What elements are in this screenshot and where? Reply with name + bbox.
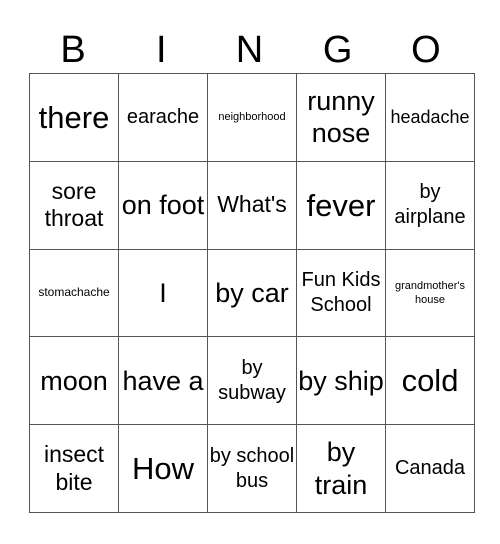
cell-text: cold (401, 363, 459, 399)
bingo-cell[interactable]: headache (385, 73, 475, 162)
cell-text: by airplane (394, 181, 466, 229)
cell-text: by ship (298, 365, 384, 396)
cell-text: Canada (394, 457, 466, 480)
header-letter-o: O (411, 29, 441, 71)
bingo-row: sore throat on foot What's fever by airp… (29, 160, 475, 250)
bingo-row: moon have a by subway by ship cold (29, 336, 475, 426)
cell-text: on foot (121, 190, 205, 220)
cell-text: How (131, 451, 194, 486)
cell-text: insect bite (43, 441, 105, 495)
cell-text: I (159, 277, 167, 308)
cell-text: Fun Kids School (301, 268, 381, 316)
bingo-cell[interactable]: earache (118, 73, 208, 162)
cell-text: grandmother's house (395, 279, 465, 306)
bingo-cell[interactable]: insect bite (29, 424, 119, 513)
cell-text: there (38, 99, 110, 135)
bingo-cell[interactable]: Fun Kids School (296, 248, 386, 338)
cell-text: sore throat (44, 177, 104, 232)
bingo-cell[interactable]: moon (29, 336, 119, 426)
bingo-header: B I N G O (29, 28, 470, 72)
header-letter-n: N (235, 29, 264, 71)
cell-text: neighborhood (218, 111, 286, 124)
bingo-cell[interactable]: I (118, 248, 208, 338)
bingo-cell[interactable]: by car (207, 248, 297, 338)
bingo-cell[interactable]: How (118, 424, 208, 513)
bingo-cell[interactable]: fever (296, 160, 386, 250)
bingo-row: insect bite How by school bus by train C… (29, 424, 475, 513)
cell-text: headache (390, 106, 470, 127)
bingo-cell[interactable]: grandmother's house (385, 248, 475, 338)
header-letter-g: G (322, 29, 353, 71)
cell-text: by subway (218, 356, 286, 404)
cell-text: fever (306, 187, 376, 223)
bingo-cell[interactable]: Canada (385, 424, 475, 513)
bingo-cell[interactable]: on foot (118, 160, 208, 250)
bingo-cell[interactable]: runny nose (296, 73, 386, 162)
bingo-cell[interactable]: by subway (207, 336, 297, 426)
cell-text: by car (215, 277, 289, 308)
cell-text: by school bus (209, 444, 295, 492)
bingo-cell[interactable]: neighborhood (207, 73, 297, 162)
bingo-cell[interactable]: by train (296, 424, 386, 513)
cell-text: runny nose (307, 86, 375, 149)
bingo-cell[interactable]: by airplane (385, 160, 475, 250)
bingo-cell[interactable]: stomachache (29, 248, 119, 338)
cell-text: by train (314, 437, 368, 500)
cell-text: What's (217, 191, 287, 218)
bingo-cell[interactable]: by school bus (207, 424, 297, 513)
bingo-row: there earache neighborhood runny nose he… (29, 73, 475, 162)
bingo-row: stomachache I by car Fun Kids School gra… (29, 248, 475, 338)
header-letter-b: B (60, 29, 86, 71)
cell-text: have a (122, 365, 204, 396)
bingo-cell[interactable]: by ship (296, 336, 386, 426)
bingo-cell[interactable]: What's (207, 160, 297, 250)
cell-text: moon (40, 365, 108, 396)
cell-text: earache (126, 105, 200, 128)
bingo-card: there earache neighborhood runny nose he… (29, 73, 475, 513)
cell-text: stomachache (38, 285, 110, 300)
bingo-cell[interactable]: there (29, 73, 119, 162)
header-letter-i: I (156, 29, 167, 71)
bingo-cell[interactable]: have a (118, 336, 208, 426)
bingo-cell[interactable]: cold (385, 336, 475, 426)
bingo-cell[interactable]: sore throat (29, 160, 119, 250)
